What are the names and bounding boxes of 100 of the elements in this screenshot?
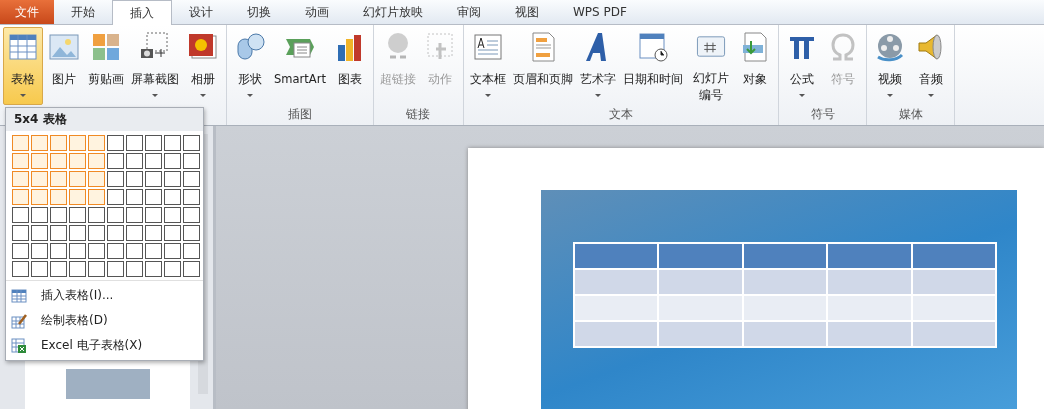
grid-cell[interactable]: [107, 135, 124, 151]
grid-cell[interactable]: [31, 153, 48, 169]
grid-cell[interactable]: [145, 243, 162, 259]
ribbon-button[interactable]: 图片: [44, 27, 84, 105]
menu-item[interactable]: 插入表格(I)...: [6, 283, 203, 308]
grid-cell[interactable]: [126, 225, 143, 241]
ribbon-button[interactable]: 公式: [782, 27, 823, 105]
ribbon-button[interactable]: 艺术字: [576, 27, 619, 105]
grid-cell[interactable]: [50, 261, 67, 277]
grid-cell[interactable]: [88, 153, 105, 169]
grid-cell[interactable]: [164, 225, 181, 241]
grid-cell[interactable]: [50, 153, 67, 169]
grid-cell[interactable]: [31, 189, 48, 205]
grid-cell[interactable]: [69, 189, 86, 205]
ribbon-button[interactable]: 日期和时间: [619, 27, 686, 105]
grid-cell[interactable]: [50, 189, 67, 205]
ribbon-button[interactable]: 音频: [911, 27, 952, 105]
grid-cell[interactable]: [31, 261, 48, 277]
grid-cell[interactable]: [31, 243, 48, 259]
grid-cell[interactable]: [126, 135, 143, 151]
grid-cell[interactable]: [88, 207, 105, 223]
menu-item[interactable]: 绘制表格(D): [6, 308, 203, 333]
grid-cell[interactable]: [12, 135, 29, 151]
grid-cell[interactable]: [31, 171, 48, 187]
grid-cell[interactable]: [12, 207, 29, 223]
grid-cell[interactable]: [12, 243, 29, 259]
ribbon-tab[interactable]: 审阅: [440, 0, 498, 24]
grid-cell[interactable]: [183, 261, 200, 277]
grid-cell[interactable]: [164, 135, 181, 151]
grid-cell[interactable]: [69, 243, 86, 259]
grid-cell[interactable]: [69, 171, 86, 187]
grid-cell[interactable]: [183, 171, 200, 187]
grid-cell[interactable]: [183, 243, 200, 259]
grid-cell[interactable]: [164, 243, 181, 259]
grid-cell[interactable]: [31, 135, 48, 151]
grid-cell[interactable]: [107, 207, 124, 223]
ribbon-button[interactable]: 文本框: [466, 27, 509, 105]
grid-cell[interactable]: [50, 207, 67, 223]
grid-cell[interactable]: [88, 189, 105, 205]
grid-cell[interactable]: [50, 171, 67, 187]
grid-cell[interactable]: [126, 171, 143, 187]
ribbon-button[interactable]: 视频: [870, 27, 911, 105]
grid-cell[interactable]: [88, 135, 105, 151]
grid-cell[interactable]: [164, 171, 181, 187]
ribbon-button[interactable]: 相册: [183, 27, 223, 105]
grid-cell[interactable]: [164, 153, 181, 169]
ribbon-button[interactable]: 形状: [230, 27, 270, 105]
grid-cell[interactable]: [107, 189, 124, 205]
ribbon-tab[interactable]: 开始: [54, 0, 112, 24]
grid-cell[interactable]: [145, 261, 162, 277]
ribbon-tab[interactable]: 动画: [288, 0, 346, 24]
grid-cell[interactable]: [164, 261, 181, 277]
grid-cell[interactable]: [126, 189, 143, 205]
ribbon-button[interactable]: 对象: [735, 27, 776, 105]
ribbon-tab[interactable]: 插入: [112, 0, 172, 25]
grid-cell[interactable]: [145, 207, 162, 223]
ribbon-tab[interactable]: 视图: [498, 0, 556, 24]
grid-cell[interactable]: [145, 189, 162, 205]
grid-cell[interactable]: [107, 153, 124, 169]
grid-cell[interactable]: [31, 207, 48, 223]
grid-cell[interactable]: [88, 261, 105, 277]
grid-cell[interactable]: [12, 171, 29, 187]
grid-cell[interactable]: [183, 153, 200, 169]
grid-cell[interactable]: [145, 135, 162, 151]
grid-cell[interactable]: [183, 207, 200, 223]
grid-cell[interactable]: [164, 189, 181, 205]
ribbon-button[interactable]: 幻灯片编号: [686, 27, 735, 105]
grid-cell[interactable]: [145, 225, 162, 241]
ribbon-button[interactable]: 页眉和页脚: [509, 27, 576, 105]
ribbon-tab[interactable]: 切换: [230, 0, 288, 24]
grid-cell[interactable]: [88, 225, 105, 241]
grid-cell[interactable]: [126, 153, 143, 169]
grid-cell[interactable]: [69, 207, 86, 223]
grid-cell[interactable]: [31, 225, 48, 241]
menu-item[interactable]: Excel 电子表格(X): [6, 333, 203, 358]
grid-cell[interactable]: [126, 207, 143, 223]
grid-cell[interactable]: [69, 261, 86, 277]
ribbon-tab[interactable]: 幻灯片放映: [346, 0, 440, 24]
grid-cell[interactable]: [88, 243, 105, 259]
grid-cell[interactable]: [107, 243, 124, 259]
grid-cell[interactable]: [107, 261, 124, 277]
grid-cell[interactable]: [50, 225, 67, 241]
ribbon-button[interactable]: 剪贴画: [85, 27, 127, 105]
grid-cell[interactable]: [12, 189, 29, 205]
ribbon-button[interactable]: 屏幕截图: [128, 27, 182, 105]
grid-cell[interactable]: [69, 135, 86, 151]
grid-cell[interactable]: [183, 189, 200, 205]
grid-cell[interactable]: [88, 171, 105, 187]
grid-cell[interactable]: [107, 225, 124, 241]
grid-cell[interactable]: [164, 207, 181, 223]
grid-cell[interactable]: [12, 153, 29, 169]
grid-cell[interactable]: [145, 171, 162, 187]
grid-cell[interactable]: [183, 135, 200, 151]
ribbon-button[interactable]: 图表: [329, 27, 370, 105]
grid-cell[interactable]: [69, 225, 86, 241]
grid-cell[interactable]: [183, 225, 200, 241]
grid-cell[interactable]: [126, 261, 143, 277]
grid-cell[interactable]: [69, 153, 86, 169]
ribbon-tab[interactable]: 设计: [172, 0, 230, 24]
grid-cell[interactable]: [145, 153, 162, 169]
